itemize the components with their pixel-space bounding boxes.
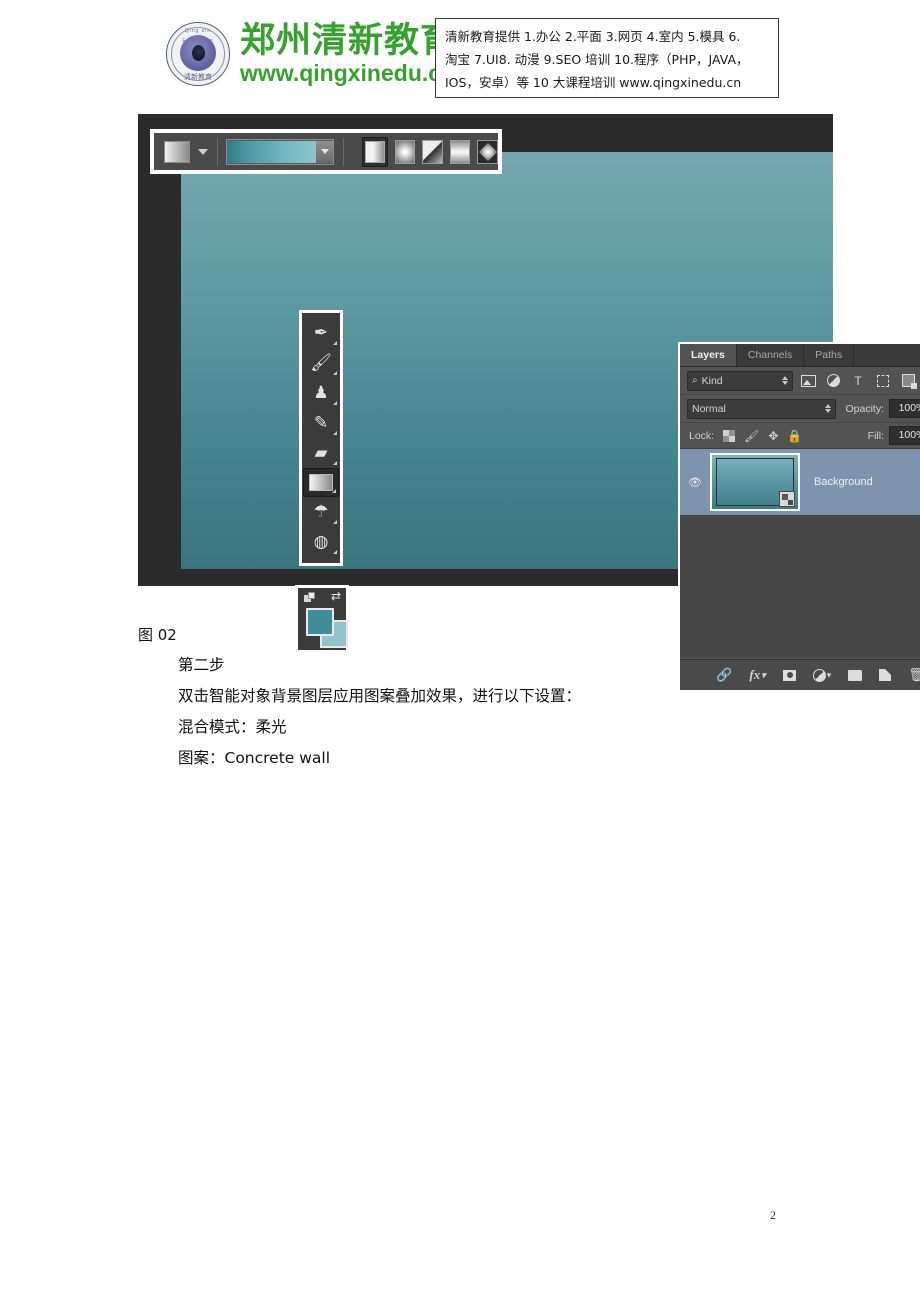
lock-transparent-pixels-icon[interactable] <box>723 429 736 442</box>
figure-label: 图 02 <box>138 626 177 644</box>
smart-object-badge-icon <box>779 491 795 507</box>
brand-name-cn: 郑州清新教育 <box>240 21 457 61</box>
linear-gradient-button[interactable] <box>362 136 388 167</box>
tool-preset-icon[interactable] <box>164 140 190 163</box>
promo-line-1: 清新教育提供 1.办公 2.平面 3.网页 4.室内 5.模具 6. <box>445 29 741 44</box>
stepper-icon[interactable] <box>819 404 832 413</box>
lock-label: Lock: <box>689 429 715 442</box>
tab-channels[interactable]: Channels <box>737 344 805 366</box>
seal-logo-icon: Qing xin Education 清新教育 <box>166 22 230 86</box>
fill-field[interactable]: 100% <box>889 425 920 446</box>
blur-tool[interactable]: ☂ <box>303 497 339 527</box>
linear-gradient-icon <box>365 140 386 163</box>
gradient-swatch[interactable] <box>227 140 317 163</box>
brand-url: www.qingxinedu.cn <box>240 60 456 86</box>
fill-label: Fill: <box>867 429 884 442</box>
adjustment-layer-filter-icon[interactable] <box>823 372 843 390</box>
divider <box>216 137 218 166</box>
blend-mode-select[interactable]: Normal <box>687 398 837 419</box>
radial-gradient-button[interactable] <box>394 139 416 164</box>
layers-panel-tabs: Layers Channels Paths <box>680 344 920 367</box>
step-instruction: 双击智能对象背景图层应用图案叠加效果，进行以下设置： <box>178 687 582 705</box>
clone-stamp-tool[interactable]: ♟ <box>303 378 339 408</box>
opacity-label: Opacity: <box>845 402 884 415</box>
seal-bottom-text: 清新教育 <box>184 74 212 81</box>
brush-tool[interactable]: 🖌 <box>303 348 339 378</box>
opacity-value[interactable]: 100% <box>889 399 920 418</box>
stepper-icon[interactable] <box>776 376 788 385</box>
gradient-options-bar <box>150 129 502 174</box>
new-layer-button[interactable] <box>879 669 892 681</box>
default-background <box>308 592 315 599</box>
brand-text: 郑州清新教育 www.qingxinedu.cn <box>240 22 456 86</box>
fill-value[interactable]: 100% <box>889 426 920 445</box>
gradient-picker[interactable] <box>226 138 335 165</box>
gradient-picker-chevron-down-icon[interactable] <box>316 140 334 163</box>
photoshop-screenshot: ✒ 🖌 ♟ ✎ ▰ ☂ ◍ ⇄ Layers Channels Paths ⌕ … <box>138 114 920 692</box>
filter-row: ⌕ Kind T <box>680 367 920 395</box>
default-colors-icon[interactable] <box>304 592 316 603</box>
layer-name[interactable]: Background <box>814 476 873 488</box>
smart-object-filter-icon[interactable] <box>898 372 918 390</box>
tab-paths[interactable]: Paths <box>804 344 855 366</box>
tab-layers[interactable]: Layers <box>680 344 737 366</box>
opacity-field[interactable]: 100% <box>889 398 920 419</box>
setting-pattern: 图案：Concrete wall <box>178 749 331 767</box>
angle-gradient-button[interactable] <box>422 139 443 164</box>
tools-palette: ✒ 🖌 ♟ ✎ ▰ ☂ ◍ <box>299 310 343 566</box>
lock-image-pixels-icon[interactable]: 🖌 <box>744 429 759 443</box>
lock-all-icon[interactable]: 🔒 <box>787 429 802 443</box>
filter-kind-label: Kind <box>701 374 723 387</box>
healing-brush-tool[interactable]: ✒ <box>303 318 339 348</box>
document-body: 图 02 第二步 双击智能对象背景图层应用图案叠加效果，进行以下设置： 混合模式… <box>138 620 838 774</box>
tool-preset-chevron-down-icon[interactable] <box>197 148 208 155</box>
reflected-gradient-button[interactable] <box>449 139 471 164</box>
promo-line-2: 淘宝 7.UI8. 动漫 9.SEO 培训 10.程序（PHP，JAVA， <box>445 52 749 67</box>
page-header: Qing xin Education 清新教育 郑州清新教育 www.qingx… <box>0 0 920 110</box>
seal-core-icon <box>180 35 216 71</box>
page-number: 2 <box>770 1208 776 1222</box>
promo-text-box: 清新教育提供 1.办公 2.平面 3.网页 4.室内 5.模具 6. 淘宝 7.… <box>435 18 779 98</box>
filter-kind-select[interactable]: ⌕ Kind <box>687 370 793 391</box>
lock-position-icon[interactable]: ✥ <box>768 429 778 443</box>
pixel-layer-filter-icon[interactable] <box>798 372 818 390</box>
blend-opacity-row: Normal Opacity: 100% <box>680 395 920 423</box>
search-icon: ⌕ <box>692 375 698 386</box>
blend-mode-value: Normal <box>692 402 726 415</box>
eraser-tool[interactable]: ▰ <box>303 438 339 468</box>
history-brush-tool[interactable]: ✎ <box>303 408 339 438</box>
gradient-tool[interactable] <box>303 468 339 497</box>
step-heading: 第二步 <box>178 656 225 674</box>
layer-row-background[interactable]: 👁 Background <box>680 448 920 516</box>
delete-layer-button[interactable]: 🗑 <box>908 667 920 683</box>
new-group-button[interactable] <box>848 669 863 681</box>
layer-visibility-eye-icon[interactable]: 👁 <box>680 476 710 489</box>
setting-blend-mode: 混合模式：柔光 <box>178 718 287 736</box>
shape-layer-filter-icon[interactable] <box>873 372 893 390</box>
type-layer-filter-icon[interactable]: T <box>848 372 868 390</box>
layer-thumbnail[interactable] <box>710 453 800 511</box>
divider <box>343 137 345 166</box>
diamond-gradient-button[interactable] <box>477 139 498 164</box>
lock-row: Lock: 🖌 ✥ 🔒 Fill: 100% <box>680 423 920 449</box>
swap-colors-icon[interactable]: ⇄ <box>331 590 341 602</box>
brand-logo: Qing xin Education 清新教育 郑州清新教育 www.qingx… <box>166 22 456 86</box>
sponge-tool[interactable]: ◍ <box>303 527 339 557</box>
promo-line-3: IOS，安卓）等 10 大课程培训 www.qingxinedu.cn <box>445 75 742 90</box>
gradient-tool-icon <box>309 474 333 491</box>
